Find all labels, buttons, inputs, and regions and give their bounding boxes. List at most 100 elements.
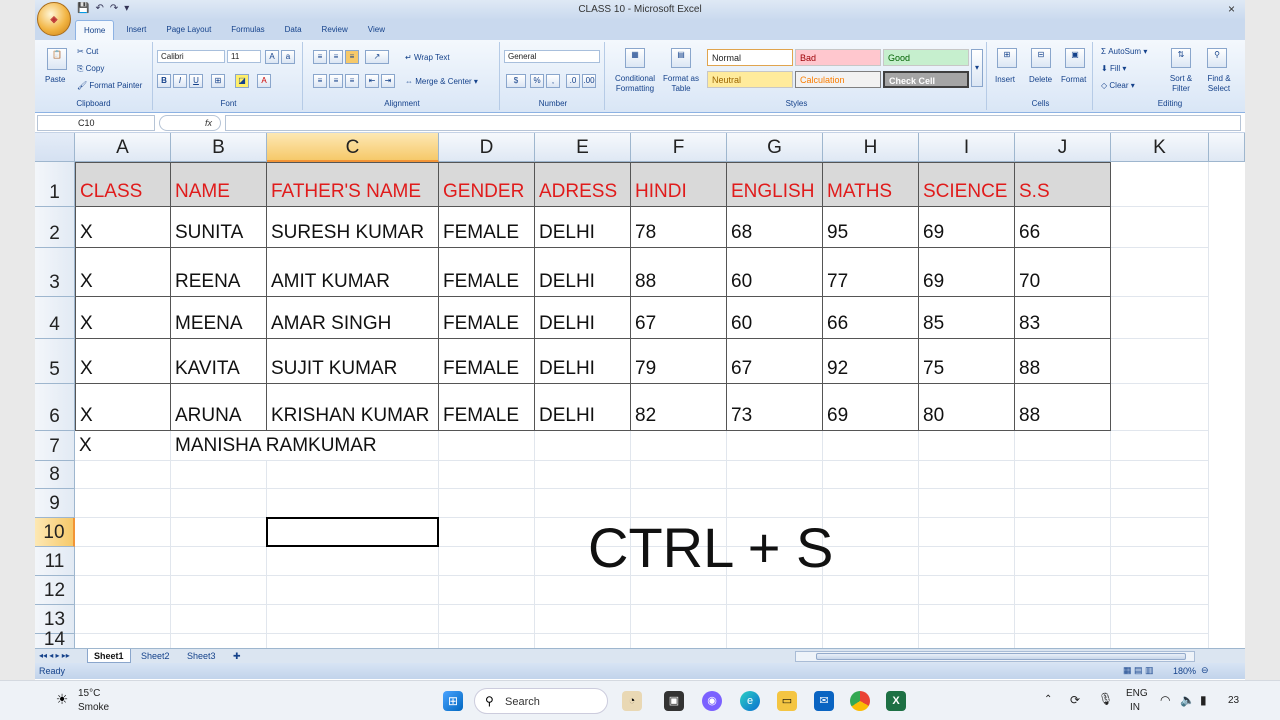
copy-button[interactable]: ⎘ Copy	[77, 64, 104, 74]
insert-sheet-icon[interactable]: ✚	[227, 649, 247, 663]
cell-g2[interactable]: 68	[727, 207, 823, 248]
styles-more-icon[interactable]: ▾	[971, 49, 983, 87]
column-header-i[interactable]: I	[919, 133, 1015, 162]
percent-icon[interactable]: %	[530, 74, 544, 88]
cell-e13[interactable]	[535, 605, 631, 634]
font-size-select[interactable]: 11	[227, 50, 261, 63]
close-icon[interactable]: ×	[1228, 2, 1235, 16]
italic-icon[interactable]: I	[173, 74, 187, 88]
cell-g6[interactable]: 73	[727, 384, 823, 431]
taskbar-search-box[interactable]: ⚲ Search	[474, 688, 608, 714]
row-header-6[interactable]: 6	[35, 384, 75, 431]
currency-icon[interactable]: $	[506, 74, 526, 88]
cell-d6[interactable]: FEMALE	[439, 384, 535, 431]
cell-j2[interactable]: 66	[1015, 207, 1111, 248]
tab-formulas[interactable]: Formulas	[223, 20, 272, 40]
style-calculation[interactable]: Calculation	[795, 71, 881, 88]
cell-j3[interactable]: 70	[1015, 248, 1111, 297]
formula-input[interactable]	[225, 115, 1241, 131]
cell-e3[interactable]: DELHI	[535, 248, 631, 297]
sheet-tab-sheet1[interactable]: Sheet1	[87, 649, 131, 663]
cell-a12[interactable]	[75, 576, 171, 605]
cell-c14[interactable]	[267, 634, 439, 648]
row-header-9[interactable]: 9	[35, 489, 75, 518]
column-header-a[interactable]: A	[75, 133, 171, 162]
windows-start-icon[interactable]: ⊞	[443, 691, 463, 711]
row-header-1[interactable]: 1	[35, 162, 75, 207]
align-center-icon[interactable]: ≡	[329, 74, 343, 88]
cell-b14[interactable]	[171, 634, 267, 648]
cell-j14[interactable]	[1015, 634, 1111, 648]
cell-e8[interactable]	[535, 461, 631, 489]
language-line1[interactable]: ENG	[1126, 688, 1148, 699]
cell-g9[interactable]	[727, 489, 823, 518]
align-middle-icon[interactable]: ≡	[329, 50, 343, 64]
cell-g12[interactable]	[727, 576, 823, 605]
cell-k7[interactable]	[1111, 431, 1209, 461]
row-header-5[interactable]: 5	[35, 339, 75, 384]
cell-f14[interactable]	[631, 634, 727, 648]
battery-icon[interactable]: ▮	[1200, 693, 1207, 707]
cell-h1[interactable]: MATHS	[823, 162, 919, 207]
cell-b3[interactable]: REENA	[171, 248, 267, 297]
cell-i10[interactable]	[919, 518, 1015, 547]
office-button[interactable]: ◈	[37, 2, 71, 36]
sort-filter-button[interactable]: Sort & Filter	[1161, 74, 1201, 94]
sheet-tab-sheet2[interactable]: Sheet2	[135, 649, 176, 663]
cell-f4[interactable]: 67	[631, 297, 727, 339]
cell-h11[interactable]	[823, 547, 919, 576]
cell-f2[interactable]: 78	[631, 207, 727, 248]
cell-h14[interactable]	[823, 634, 919, 648]
cell-j8[interactable]	[1015, 461, 1111, 489]
cell-i3[interactable]: 69	[919, 248, 1015, 297]
cell-f9[interactable]	[631, 489, 727, 518]
cell-b5[interactable]: KAVITA	[171, 339, 267, 384]
cell-f12[interactable]	[631, 576, 727, 605]
tab-insert[interactable]: Insert	[118, 20, 154, 40]
wrap-text-button[interactable]: ↵ Wrap Text	[405, 53, 450, 62]
cell-e12[interactable]	[535, 576, 631, 605]
sheet-tab-sheet3[interactable]: Sheet3	[181, 649, 222, 663]
cell-d11[interactable]	[439, 547, 535, 576]
cell-c3[interactable]: AMIT KUMAR	[267, 248, 439, 297]
binoculars-icon[interactable]: ⚲	[1207, 48, 1227, 68]
cell-c2[interactable]: SURESH KUMAR	[267, 207, 439, 248]
cell-i7[interactable]	[919, 431, 1015, 461]
cell-j12[interactable]	[1015, 576, 1111, 605]
style-neutral[interactable]: Neutral	[707, 71, 793, 88]
column-header-g[interactable]: G	[727, 133, 823, 162]
widgets-icon[interactable]: ◔	[622, 691, 642, 711]
excel-taskbar-icon[interactable]: X	[886, 691, 906, 711]
align-top-icon[interactable]: ≡	[313, 50, 327, 64]
conditional-formatting-icon[interactable]: ▦	[625, 48, 645, 68]
insert-cells-icon[interactable]: ⊞	[997, 48, 1017, 68]
cell-k1[interactable]	[1111, 162, 1209, 207]
cell-a8[interactable]	[75, 461, 171, 489]
style-check-cell[interactable]: Check Cell	[883, 71, 969, 88]
cell-e9[interactable]	[535, 489, 631, 518]
cell-d10[interactable]	[439, 518, 535, 547]
name-box[interactable]: C10	[37, 115, 155, 131]
task-view-icon[interactable]: ▣	[664, 691, 684, 711]
cell-h4[interactable]: 66	[823, 297, 919, 339]
format-cells-icon[interactable]: ▣	[1065, 48, 1085, 68]
cell-j1[interactable]: S.S	[1015, 162, 1111, 207]
paste-button[interactable]: Paste	[45, 75, 65, 84]
cell-f5[interactable]: 79	[631, 339, 727, 384]
cell-i9[interactable]	[919, 489, 1015, 518]
cell-k14[interactable]	[1111, 634, 1209, 648]
borders-icon[interactable]: ⊞	[211, 74, 225, 88]
decrease-decimal-icon[interactable]: .00	[582, 74, 596, 88]
cell-g4[interactable]: 60	[727, 297, 823, 339]
cell-h5[interactable]: 92	[823, 339, 919, 384]
cell-b13[interactable]	[171, 605, 267, 634]
shrink-font-icon[interactable]: a	[281, 50, 295, 64]
cell-k11[interactable]	[1111, 547, 1209, 576]
cell-k10[interactable]	[1111, 518, 1209, 547]
weather-icon[interactable]: ☀	[52, 689, 72, 709]
cell-a7[interactable]: X	[75, 431, 171, 461]
cell-a14[interactable]	[75, 634, 171, 648]
cell-i14[interactable]	[919, 634, 1015, 648]
format-as-table-icon[interactable]: ▤	[671, 48, 691, 68]
cell-i11[interactable]	[919, 547, 1015, 576]
